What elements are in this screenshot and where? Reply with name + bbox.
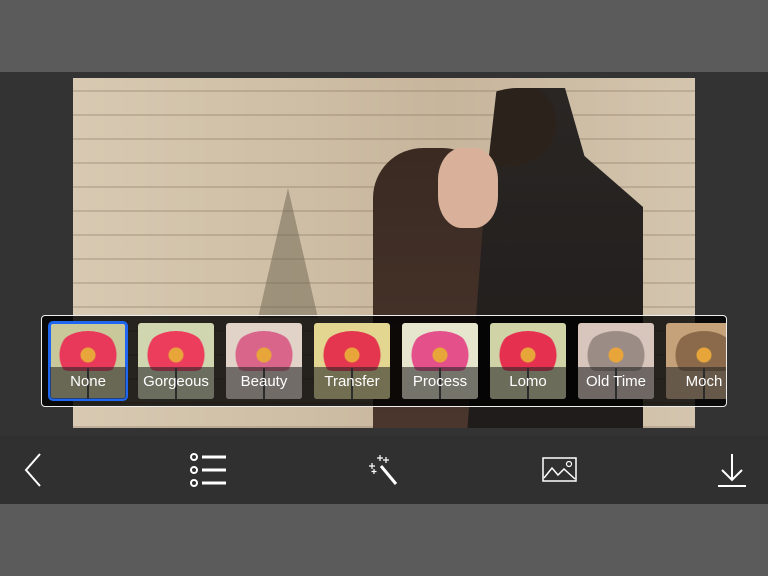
magic-wand-icon — [369, 455, 398, 485]
bottom-toolbar — [0, 436, 768, 504]
flower-thumbnail-icon — [410, 331, 470, 371]
top-bar — [0, 0, 768, 72]
back-chevron-icon — [24, 453, 41, 487]
flower-thumbnail-icon — [586, 331, 646, 371]
flower-thumbnail-icon — [146, 331, 206, 371]
filter-moch[interactable]: Moch — [666, 323, 726, 399]
filter-label: Process — [402, 367, 478, 399]
flower-thumbnail-icon — [498, 331, 558, 371]
filter-label: Moch — [666, 367, 726, 399]
filter-gorgeous[interactable]: Gorgeous — [138, 323, 214, 399]
flower-thumbnail-icon — [674, 331, 726, 371]
filter-label: Gorgeous — [138, 367, 214, 399]
filter-label: None — [50, 367, 126, 399]
bottom-bar — [0, 504, 768, 576]
image-button[interactable] — [540, 436, 580, 504]
filter-process[interactable]: Process — [402, 323, 478, 399]
filter-strip[interactable]: None Gorgeous Beauty Transfer Process Lomo Old… — [41, 315, 727, 407]
filter-transfer[interactable]: Transfer — [314, 323, 390, 399]
flower-thumbnail-icon — [322, 331, 382, 371]
filter-label: Beauty — [226, 367, 302, 399]
filter-old-time[interactable]: Old Time — [578, 323, 654, 399]
download-button[interactable] — [712, 436, 752, 504]
filter-none[interactable]: None — [48, 321, 128, 401]
magic-wand-button[interactable] — [364, 436, 404, 504]
filter-lomo[interactable]: Lomo — [490, 323, 566, 399]
list-button[interactable] — [186, 436, 230, 504]
tree-overlay — [258, 188, 318, 318]
filter-label: Lomo — [490, 367, 566, 399]
filter-beauty[interactable]: Beauty — [226, 323, 302, 399]
photo-face — [438, 148, 498, 228]
filter-label: Transfer — [314, 367, 390, 399]
filter-label: Old Time — [578, 367, 654, 399]
download-icon — [718, 454, 746, 487]
back-button[interactable] — [14, 436, 54, 504]
image-icon — [542, 457, 577, 482]
flower-thumbnail-icon — [58, 331, 118, 371]
list-icon — [190, 453, 226, 487]
flower-thumbnail-icon — [234, 331, 294, 371]
